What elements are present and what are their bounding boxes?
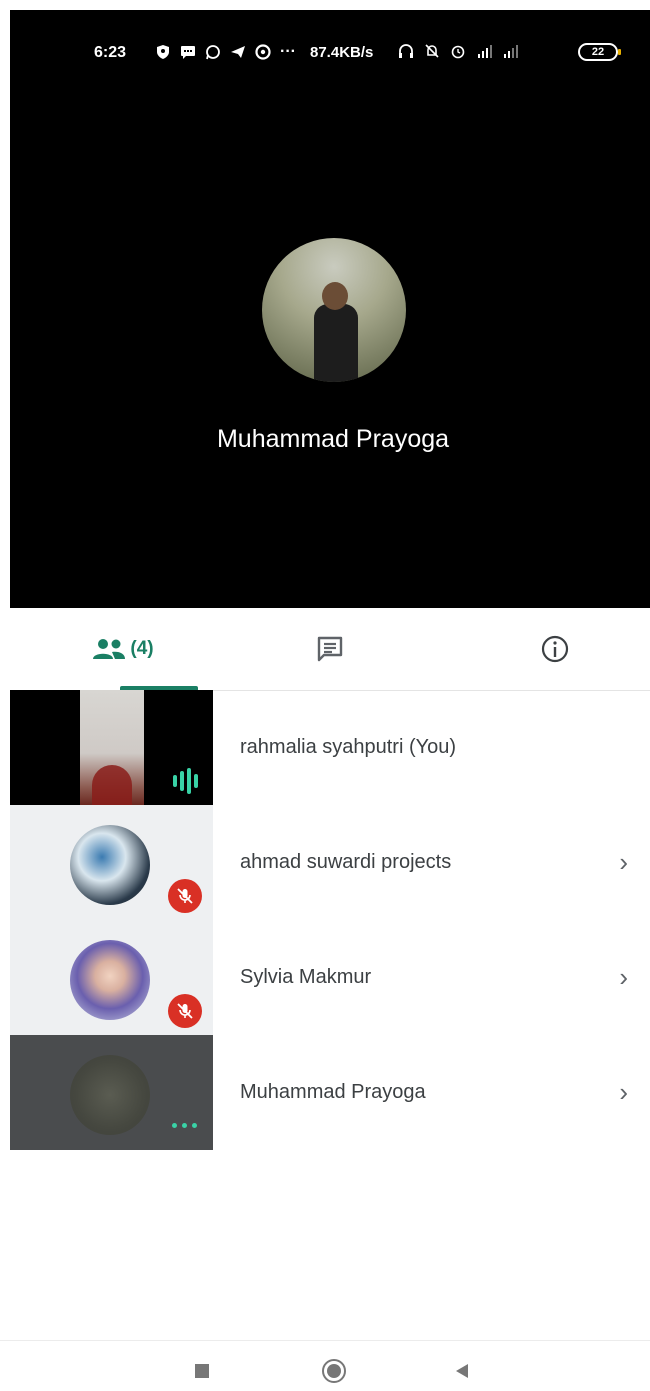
- android-nav-bar: [0, 1340, 650, 1391]
- avatar: [70, 1055, 150, 1135]
- chevron-right-icon[interactable]: ›: [619, 847, 628, 878]
- avatar: [70, 940, 150, 1020]
- silent-bell-icon: [425, 44, 439, 58]
- battery-level: 22: [591, 46, 605, 58]
- connecting-dots-icon: [172, 1123, 197, 1128]
- active-speaker-name: Muhammad Prayoga: [216, 425, 450, 453]
- back-button[interactable]: [446, 1355, 478, 1387]
- chrome-icon: [255, 44, 271, 60]
- active-speaker-avatar: [262, 238, 406, 382]
- participant-name: Muhammad Prayoga: [240, 1081, 426, 1103]
- status-system-icons: [398, 43, 518, 59]
- info-icon: [541, 635, 569, 663]
- tab-info[interactable]: [480, 608, 630, 690]
- message-icon: [181, 46, 195, 59]
- participant-name: rahmalia syahputri (You): [240, 736, 457, 758]
- participant-row-sylvia[interactable]: Sylvia Makmur ›: [10, 920, 650, 1035]
- main-video-stage[interactable]: 6:23 ··· 87.4KB/s 22 Muhammad Prayoga: [10, 10, 650, 608]
- mic-muted-icon: [168, 994, 202, 1028]
- network-speed: 87.4KB/s: [310, 44, 374, 61]
- participant-name: Sylvia Makmur: [240, 966, 372, 988]
- avatar-photo-body: [314, 304, 358, 382]
- more-notifications-icon: ···: [280, 43, 296, 60]
- participant-video-tile: [10, 690, 213, 805]
- audio-level-icon: [173, 768, 198, 794]
- people-count: (4): [130, 638, 154, 659]
- headset-icon: [399, 44, 413, 58]
- status-bar: 6:23 ··· 87.4KB/s 22: [10, 10, 650, 80]
- participant-row-ahmad[interactable]: ahmad suwardi projects ›: [10, 805, 650, 920]
- battery-indicator: 22: [578, 43, 621, 61]
- people-icon: [93, 639, 126, 659]
- alarm-icon: [451, 45, 465, 59]
- avatar-photo-head: [322, 282, 348, 310]
- participant-list: rahmalia syahputri (You) ahmad suwardi p…: [10, 690, 650, 1150]
- telegram-icon: [231, 46, 245, 58]
- vpn-shield-icon: [157, 45, 169, 59]
- back-triangle-icon: [456, 1364, 468, 1378]
- tab-people[interactable]: (4): [50, 608, 198, 690]
- home-button[interactable]: [318, 1355, 350, 1387]
- meeting-tabs: (4): [10, 608, 650, 691]
- chevron-right-icon[interactable]: ›: [619, 1077, 628, 1108]
- signal-2-icon: [504, 45, 518, 58]
- avatar: [70, 825, 150, 905]
- mic-muted-icon: [168, 879, 202, 913]
- self-camera-preview: [80, 690, 144, 805]
- participant-name: ahmad suwardi projects: [240, 851, 452, 873]
- chevron-right-icon[interactable]: ›: [619, 962, 628, 993]
- status-notification-icons: ···: [155, 43, 296, 61]
- tab-chat[interactable]: [270, 608, 390, 690]
- recents-button[interactable]: [186, 1355, 218, 1387]
- home-circle-icon: [322, 1359, 346, 1383]
- participant-video-tile: [10, 920, 213, 1035]
- signal-1-icon: [478, 45, 492, 58]
- status-time: 6:23: [94, 44, 127, 61]
- whatsapp-icon: [206, 45, 220, 60]
- participant-video-tile: [10, 805, 213, 920]
- recents-square-icon: [195, 1364, 209, 1378]
- participant-video-tile: [10, 1035, 213, 1150]
- participant-row-self[interactable]: rahmalia syahputri (You): [10, 690, 650, 805]
- participant-row-prayoga[interactable]: Muhammad Prayoga ›: [10, 1035, 650, 1150]
- chat-icon: [317, 636, 343, 662]
